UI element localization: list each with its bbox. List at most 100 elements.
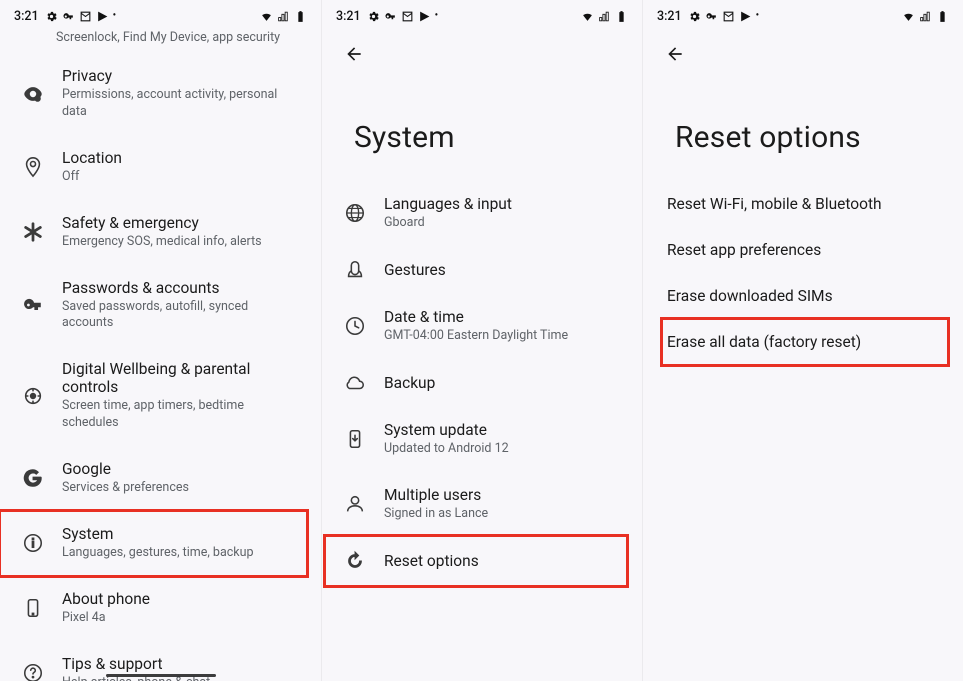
row-subtitle: Signed in as Lance <box>384 506 488 523</box>
row-title: Date & time <box>384 308 568 326</box>
back-button[interactable] <box>661 40 689 68</box>
phone-icon <box>20 595 46 621</box>
gear-icon <box>367 10 380 23</box>
reset-option-reset-wi-fi-mobile-bluetooth[interactable]: Reset Wi-Fi, mobile & Bluetooth <box>667 181 941 227</box>
row-title: Location <box>62 149 122 167</box>
play-icon <box>96 10 109 23</box>
status-bar: 3:21 • <box>322 0 642 26</box>
play-icon <box>739 10 752 23</box>
row-title: Digital Wellbeing & parental controls <box>62 360 299 396</box>
page-title: Reset options <box>643 70 963 181</box>
row-subtitle: Pixel 4a <box>62 610 150 627</box>
battery-icon <box>294 10 307 23</box>
battery-icon <box>936 10 949 23</box>
row-title: Languages & input <box>384 195 512 213</box>
settings-row-multiple-users[interactable]: Multiple users Signed in as Lance <box>322 472 628 537</box>
settings-row-gestures[interactable]: Gestures <box>322 246 628 294</box>
gear-icon <box>688 10 701 23</box>
reset-options-list: Reset Wi-Fi, mobile & BluetoothReset app… <box>643 181 963 365</box>
info-icon <box>20 530 46 556</box>
overflow-dot-icon: • <box>756 11 760 21</box>
row-subtitle: Saved passwords, autofill, synced accoun… <box>62 299 299 333</box>
globe-icon <box>342 200 368 226</box>
system-list: Languages & input Gboard Gestures Date & ti… <box>322 181 642 585</box>
row-title: Reset options <box>384 552 479 570</box>
settings-row-system[interactable]: System Languages, gestures, time, backup <box>0 511 307 576</box>
wifi-icon <box>581 10 594 23</box>
key-icon <box>705 10 718 23</box>
screenshot-3-reset-options: 3:21 • Reset options Reset Wi-Fi, mobile… <box>642 0 963 681</box>
row-title: Privacy <box>62 67 299 85</box>
settings-row-languages-input[interactable]: Languages & input Gboard <box>322 181 628 246</box>
key-icon <box>384 10 397 23</box>
settings-row-safety-emergency[interactable]: Safety & emergency Emergency SOS, medical… <box>0 200 307 265</box>
users-icon <box>342 491 368 517</box>
row-title: About phone <box>62 590 150 608</box>
signal-icon <box>919 10 932 23</box>
help-icon <box>20 660 46 681</box>
mail-icon <box>401 10 414 23</box>
status-time: 3:21 <box>336 9 361 24</box>
battery-icon <box>615 10 628 23</box>
mail-icon <box>722 10 735 23</box>
reset-option-erase-downloaded-sims[interactable]: Erase downloaded SIMs <box>667 273 941 319</box>
row-subtitle: GMT-04:00 Eastern Daylight Time <box>384 328 568 345</box>
signal-icon <box>277 10 290 23</box>
status-bar: 3:21 • <box>0 0 321 26</box>
screenshot-2-system: 3:21 • System Languages & input Gboard Ges… <box>321 0 642 681</box>
asterisk-icon <box>20 219 46 245</box>
row-subtitle: Permissions, account activity, personal … <box>62 87 299 121</box>
mail-icon <box>79 10 92 23</box>
reset-option-reset-app-preferences[interactable]: Reset app preferences <box>667 227 941 273</box>
signal-icon <box>598 10 611 23</box>
row-title: Gestures <box>384 261 446 279</box>
settings-row-reset-options[interactable]: Reset options <box>322 537 628 585</box>
row-subtitle: Services & preferences <box>62 480 189 497</box>
status-bar: 3:21 • <box>643 0 963 26</box>
row-title: System <box>62 525 254 543</box>
settings-row-privacy[interactable]: Privacy Permissions, account activity, pe… <box>0 53 307 135</box>
cloud-icon <box>342 370 368 396</box>
reset-option-erase-all-data-factory-reset[interactable]: Erase all data (factory reset) <box>667 319 941 365</box>
settings-row-google[interactable]: Google Services & preferences <box>0 446 307 511</box>
row-subtitle: Languages, gestures, time, backup <box>62 545 254 562</box>
google-icon <box>20 465 46 491</box>
row-title: Backup <box>384 374 435 392</box>
settings-row-digital-wellbeing-parental-controls[interactable]: Digital Wellbeing & parental controlsScr… <box>0 346 307 446</box>
settings-row-location[interactable]: Location Off <box>0 135 307 200</box>
row-title: Tips & support <box>62 655 210 673</box>
row-title: Passwords & accounts <box>62 279 299 297</box>
page-title: System <box>322 70 642 181</box>
back-button[interactable] <box>340 40 368 68</box>
clock-icon <box>342 313 368 339</box>
settings-row-system-update[interactable]: System updateUpdated to Android 12 <box>322 407 628 472</box>
row-subtitle: Screen time, app timers, bedtime schedul… <box>62 398 299 432</box>
privacy-icon <box>20 81 46 107</box>
gesture-icon <box>342 257 368 283</box>
key-icon <box>62 10 75 23</box>
row-subtitle: Gboard <box>384 215 512 232</box>
overflow-dot-icon: • <box>435 11 439 21</box>
row-subtitle: Updated to Android 12 <box>384 441 509 458</box>
update-icon <box>342 426 368 452</box>
settings-row-backup[interactable]: Backup <box>322 359 628 407</box>
wifi-icon <box>260 10 273 23</box>
gear-icon <box>45 10 58 23</box>
row-subtitle: Emergency SOS, medical info, alerts <box>62 234 262 251</box>
row-title: Safety & emergency <box>62 214 262 232</box>
screenshot-1-settings: 3:21 • Screenlock, Find My Device, app s… <box>0 0 321 681</box>
wifi-icon <box>902 10 915 23</box>
home-indicator <box>106 674 216 677</box>
settings-row-passwords-accounts[interactable]: Passwords & accounts Saved passwords, aut… <box>0 265 307 347</box>
settings-row-date-time[interactable]: Date & time GMT-04:00 Eastern Daylight Ti… <box>322 294 628 359</box>
restore-icon <box>342 548 368 574</box>
settings-list: Privacy Permissions, account activity, pe… <box>0 53 321 681</box>
row-title: Google <box>62 460 189 478</box>
row-title: Multiple users <box>384 486 488 504</box>
row-subtitle: Off <box>62 169 122 186</box>
cut-off-subtitle: Screenlock, Find My Device, app security <box>0 26 321 53</box>
key-icon <box>20 292 46 318</box>
overflow-dot-icon: • <box>113 11 117 21</box>
status-time: 3:21 <box>14 9 39 24</box>
settings-row-about-phone[interactable]: About phone Pixel 4a <box>0 576 307 641</box>
